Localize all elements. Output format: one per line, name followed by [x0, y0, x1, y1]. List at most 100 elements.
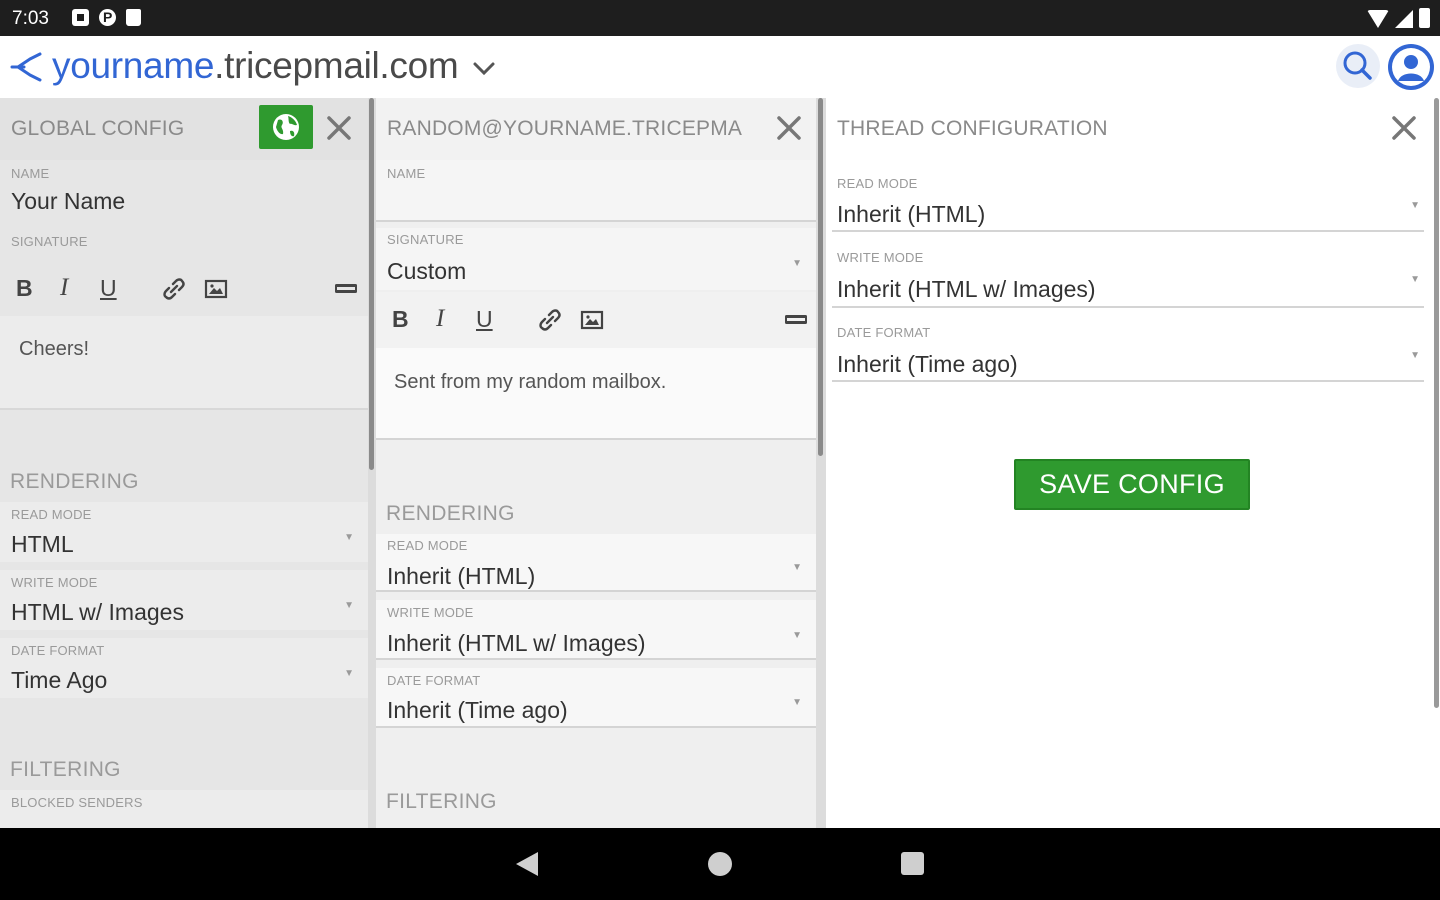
underline-button[interactable]: U [476, 306, 493, 333]
panel-scrollbar[interactable] [816, 98, 826, 828]
write-mode-value: Inherit (HTML w/ Images) [387, 630, 646, 656]
keyboard-icon[interactable] [784, 308, 808, 332]
write-mode-select[interactable]: WRITE MODE Inherit (HTML w/ Images) ▼ [826, 242, 1434, 306]
image-icon[interactable] [580, 308, 604, 332]
date-format-label: DATE FORMAT [837, 325, 931, 340]
filtering-heading: FILTERING [386, 790, 497, 813]
write-mode-select[interactable]: WRITE MODE HTML w/ Images ▼ [0, 570, 368, 630]
name-field[interactable]: NAME [376, 160, 816, 220]
write-mode-underline [376, 658, 816, 660]
save-config-button[interactable]: SAVE CONFIG [1014, 459, 1250, 510]
notification-icons [72, 9, 141, 26]
filtering-heading: FILTERING [10, 758, 121, 781]
close-icon[interactable] [323, 112, 355, 144]
write-mode-label: WRITE MODE [11, 575, 98, 590]
signature-divider [0, 408, 368, 410]
write-mode-select[interactable]: WRITE MODE Inherit (HTML w/ Images) ▼ [376, 600, 816, 658]
signature-mode-value: Custom [387, 258, 467, 284]
read-mode-select[interactable]: READ MODE Inherit (HTML) ▼ [826, 168, 1434, 230]
date-format-value: Time Ago [11, 667, 108, 693]
date-format-select[interactable]: DATE FORMAT Inherit (Time ago) ▼ [376, 668, 816, 726]
date-format-value: Inherit (Time ago) [387, 697, 568, 723]
signature-toolbar: B I U [0, 260, 368, 316]
keyboard-icon[interactable] [334, 277, 358, 301]
scroll-thumb[interactable] [1434, 98, 1439, 708]
app-bar: yourname.tricepmail.com [0, 36, 1440, 98]
status-time: 7:03 [12, 8, 49, 29]
global-config-header: GLOBAL CONFIG [0, 98, 368, 160]
link-icon[interactable] [538, 308, 562, 332]
name-value: Your Name [11, 188, 126, 214]
signature-editor[interactable]: Cheers! [0, 316, 368, 408]
globe-button[interactable] [259, 105, 313, 149]
domain-rest: .tricepmail.com [214, 45, 459, 86]
date-format-label: DATE FORMAT [11, 643, 105, 658]
name-field[interactable]: NAME Your Name [0, 160, 368, 220]
signature-text: Cheers! [19, 338, 90, 360]
account-icon [1392, 48, 1430, 86]
dropdown-arrow-icon: ▼ [1410, 274, 1420, 285]
date-format-select[interactable]: DATE FORMAT Time Ago ▼ [0, 638, 368, 698]
dropdown-arrow-icon: ▼ [1410, 350, 1420, 361]
read-mode-value: Inherit (HTML) [837, 201, 986, 227]
mailbox-config-title: RANDOM@YOURNAME.TRICEPMA [387, 117, 743, 140]
read-mode-underline [376, 590, 816, 592]
cell-signal-icon [1395, 10, 1413, 28]
dropdown-arrow-icon: ▼ [792, 258, 802, 269]
image-icon[interactable] [204, 277, 228, 301]
italic-button[interactable]: I [60, 274, 68, 302]
signature-text: Sent from my random mailbox. [394, 371, 667, 393]
panel-scrollbar[interactable] [368, 98, 376, 828]
blocked-senders-label: BLOCKED SENDERS [11, 795, 143, 810]
dropdown-arrow-icon: ▼ [344, 600, 354, 611]
write-mode-label: WRITE MODE [387, 605, 474, 620]
search-button[interactable] [1336, 44, 1380, 88]
italic-button[interactable]: I [436, 305, 444, 333]
date-format-label: DATE FORMAT [387, 673, 481, 688]
read-mode-underline [832, 230, 1424, 232]
signature-select[interactable]: SIGNATURE Custom ▼ [376, 228, 816, 290]
mailbox-config-panel: RANDOM@YOURNAME.TRICEPMA NAME SIGNATURE … [376, 98, 816, 828]
dropdown-arrow-icon: ▼ [344, 668, 354, 679]
scroll-thumb[interactable] [369, 98, 374, 470]
dropdown-arrow-icon: ▼ [792, 562, 802, 573]
app-logo-icon[interactable] [10, 50, 44, 84]
write-mode-label: WRITE MODE [837, 250, 924, 265]
read-mode-select[interactable]: READ MODE Inherit (HTML) ▼ [376, 534, 816, 590]
status-a-icon [72, 9, 89, 26]
global-config-panel: GLOBAL CONFIG NAME Your Name SIGNATURE B… [0, 98, 368, 828]
signature-editor[interactable]: Sent from my random mailbox. [376, 348, 816, 438]
status-p-icon [99, 9, 116, 26]
bold-button[interactable]: B [16, 275, 33, 302]
close-icon[interactable] [773, 112, 805, 144]
chevron-down-icon[interactable] [470, 54, 498, 82]
write-mode-underline [832, 306, 1424, 308]
date-format-select[interactable]: DATE FORMAT Inherit (Time ago) ▼ [826, 318, 1434, 380]
account-domain[interactable]: yourname.tricepmail.com [52, 45, 459, 87]
signature-label: SIGNATURE [387, 232, 464, 247]
underline-button[interactable]: U [100, 275, 117, 302]
home-icon[interactable] [708, 852, 732, 876]
navigation-bar [0, 828, 1440, 900]
date-format-underline [376, 726, 816, 728]
read-mode-value: HTML [11, 531, 74, 557]
global-config-title: GLOBAL CONFIG [11, 117, 185, 140]
domain-user: yourname [52, 45, 215, 86]
search-icon [1343, 51, 1372, 80]
system-icons [1367, 8, 1430, 28]
dropdown-arrow-icon: ▼ [344, 532, 354, 543]
account-button[interactable] [1388, 44, 1434, 90]
back-icon[interactable] [516, 852, 538, 876]
name-label: NAME [11, 166, 50, 181]
close-icon[interactable] [1388, 112, 1420, 144]
wifi-icon [1367, 10, 1389, 28]
dropdown-arrow-icon: ▼ [792, 630, 802, 641]
blocked-senders-field[interactable]: BLOCKED SENDERS [0, 790, 368, 828]
scroll-thumb[interactable] [818, 98, 823, 456]
bold-button[interactable]: B [392, 306, 409, 333]
dropdown-arrow-icon: ▼ [1410, 200, 1420, 211]
name-label: NAME [387, 166, 426, 181]
link-icon[interactable] [162, 277, 186, 301]
recents-icon[interactable] [901, 852, 924, 875]
read-mode-select[interactable]: READ MODE HTML ▼ [0, 502, 368, 562]
